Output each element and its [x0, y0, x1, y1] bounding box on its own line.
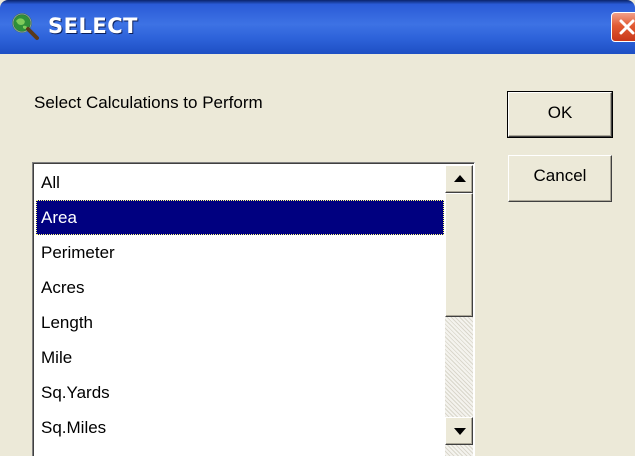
ok-button[interactable]: OK: [507, 91, 613, 138]
globe-magnifier-icon: [10, 11, 40, 41]
list-item-mile[interactable]: Mile: [36, 340, 444, 375]
up-arrow-icon: [454, 175, 466, 182]
title-bar[interactable]: SELECT: [0, 0, 635, 54]
select-dialog: SELECT Select Calculations to Perform OK…: [0, 0, 635, 456]
instruction-label: Select Calculations to Perform: [34, 93, 263, 112]
down-arrow-icon: [454, 428, 466, 435]
list-item-all[interactable]: All: [36, 165, 444, 200]
vertical-scrollbar[interactable]: [445, 165, 473, 456]
list-item-acres[interactable]: Acres: [36, 270, 444, 305]
list-item-area[interactable]: Area: [36, 200, 444, 235]
scroll-thumb[interactable]: [445, 193, 473, 317]
scroll-up-button[interactable]: [445, 165, 473, 193]
close-icon: [619, 19, 635, 35]
scroll-down-button[interactable]: [445, 417, 473, 445]
list-item-sq-yards[interactable]: Sq.Yards: [36, 375, 444, 410]
list-item-perimeter[interactable]: Perimeter: [36, 235, 444, 270]
calculations-listbox[interactable]: All Area Perimeter Acres Length Mile Sq.…: [32, 162, 475, 456]
close-button[interactable]: [611, 12, 635, 42]
list-item-length[interactable]: Length: [36, 305, 444, 340]
list-item-sq-miles[interactable]: Sq.Miles: [36, 410, 444, 445]
window-title: SELECT: [48, 14, 138, 38]
cancel-button[interactable]: Cancel: [508, 155, 612, 202]
